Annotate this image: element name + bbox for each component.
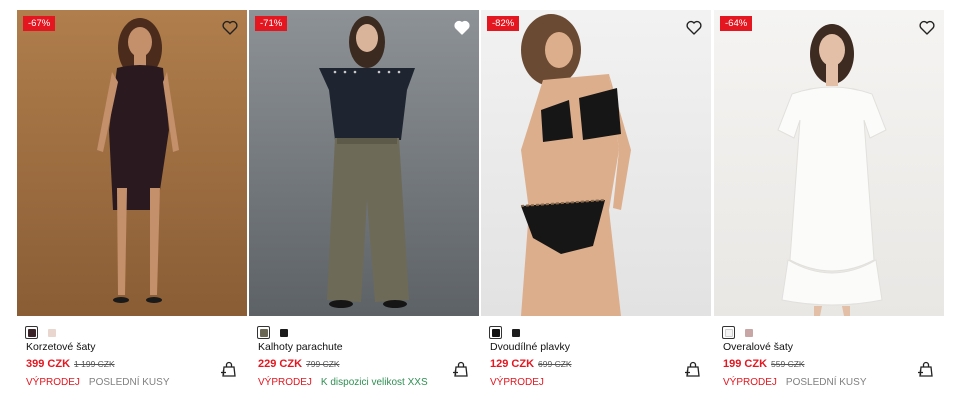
product-card[interactable]: -67% Korzetové šaty 399 CZK 1 199 CZK VÝ… <box>17 10 247 400</box>
original-price: 699 CZK <box>538 359 572 369</box>
swatch-color <box>259 328 268 337</box>
product-image[interactable] <box>17 10 247 316</box>
sale-label: VÝPRODEJ <box>258 377 312 388</box>
add-to-cart-button[interactable] <box>452 360 470 378</box>
shopping-bag-plus-icon <box>453 361 468 377</box>
swatch-color <box>47 328 56 337</box>
discount-badge: -82% <box>487 16 520 31</box>
product-name[interactable]: Korzetové šaty <box>26 341 95 353</box>
product-tags: VÝPRODEJ <box>490 377 544 388</box>
color-swatch-selected[interactable] <box>489 326 502 339</box>
color-swatch[interactable] <box>45 326 58 339</box>
sale-price: 199 CZK <box>723 358 768 370</box>
heart-icon <box>919 20 935 35</box>
color-swatch[interactable] <box>509 326 522 339</box>
size-availability-note: K dispozici velikost XXS <box>320 377 428 388</box>
shopping-bag-plus-icon <box>918 361 933 377</box>
add-to-wishlist-button[interactable] <box>916 16 938 38</box>
discount-badge: -71% <box>255 16 288 31</box>
price-row: 399 CZK 1 199 CZK <box>26 358 115 370</box>
shopping-bag-plus-icon <box>221 361 236 377</box>
color-swatches <box>722 326 755 339</box>
product-card[interactable]: -64% Overalové šaty 199 CZK 559 CZK VÝPR… <box>714 10 944 400</box>
sale-label: VÝPRODEJ <box>490 377 544 388</box>
color-swatches <box>257 326 290 339</box>
product-name[interactable]: Kalhoty parachute <box>258 341 343 353</box>
color-swatches <box>25 326 58 339</box>
price-row: 229 CZK 799 CZK <box>258 358 340 370</box>
product-grid: -67% Korzetové šaty 399 CZK 1 199 CZK VÝ… <box>0 0 963 400</box>
sale-label: VÝPRODEJ <box>723 377 777 388</box>
swatch-color <box>744 328 753 337</box>
color-swatch-selected[interactable] <box>722 326 735 339</box>
sale-label: VÝPRODEJ <box>26 377 80 388</box>
stock-note: POSLEDNÍ KUSY <box>785 377 867 388</box>
product-tags: VÝPRODEJ K dispozici velikost XXS <box>258 377 428 388</box>
add-to-wishlist-button[interactable] <box>219 16 241 38</box>
product-photo-korzetove-saty <box>17 10 247 316</box>
product-tags: VÝPRODEJ POSLEDNÍ KUSY <box>26 377 170 388</box>
price-row: 199 CZK 559 CZK <box>723 358 805 370</box>
product-photo-dvoudilne-plavky <box>481 10 711 316</box>
shopping-bag-plus-icon <box>685 361 700 377</box>
product-photo-overalove-saty <box>714 10 944 316</box>
swatch-color <box>491 328 500 337</box>
add-to-cart-button[interactable] <box>220 360 238 378</box>
sale-price: 129 CZK <box>490 358 535 370</box>
color-swatch-selected[interactable] <box>257 326 270 339</box>
stock-note: POSLEDNÍ KUSY <box>88 377 170 388</box>
product-card[interactable]: -71% Kalhoty parachute 229 CZK 799 CZK V… <box>249 10 479 400</box>
add-to-cart-button[interactable] <box>917 360 935 378</box>
price-row: 129 CZK 699 CZK <box>490 358 572 370</box>
add-to-cart-button[interactable] <box>684 360 702 378</box>
original-price: 799 CZK <box>306 359 340 369</box>
swatch-color <box>27 328 36 337</box>
product-name[interactable]: Dvoudílné plavky <box>490 341 570 353</box>
product-tags: VÝPRODEJ POSLEDNÍ KUSY <box>723 377 867 388</box>
original-price: 1 199 CZK <box>74 359 115 369</box>
product-name[interactable]: Overalové šaty <box>723 341 793 353</box>
color-swatch[interactable] <box>742 326 755 339</box>
swatch-color <box>279 328 288 337</box>
swatch-color <box>724 328 733 337</box>
color-swatch[interactable] <box>277 326 290 339</box>
color-swatch-selected[interactable] <box>25 326 38 339</box>
swatch-color <box>511 328 520 337</box>
add-to-wishlist-button[interactable] <box>683 16 705 38</box>
product-image[interactable] <box>714 10 944 316</box>
discount-badge: -67% <box>23 16 56 31</box>
original-price: 559 CZK <box>771 359 805 369</box>
sale-price: 399 CZK <box>26 358 71 370</box>
sale-price: 229 CZK <box>258 358 303 370</box>
product-card[interactable]: -82% Dvoudílné plavky 129 CZK 699 CZK VÝ… <box>481 10 711 400</box>
heart-icon <box>686 20 702 35</box>
discount-badge: -64% <box>720 16 753 31</box>
product-image[interactable] <box>481 10 711 316</box>
add-to-wishlist-button[interactable] <box>451 16 473 38</box>
product-photo-kalhoty-parachute <box>249 10 479 316</box>
heart-icon <box>222 20 238 35</box>
product-image[interactable] <box>249 10 479 316</box>
heart-icon <box>454 20 470 35</box>
color-swatches <box>489 326 522 339</box>
